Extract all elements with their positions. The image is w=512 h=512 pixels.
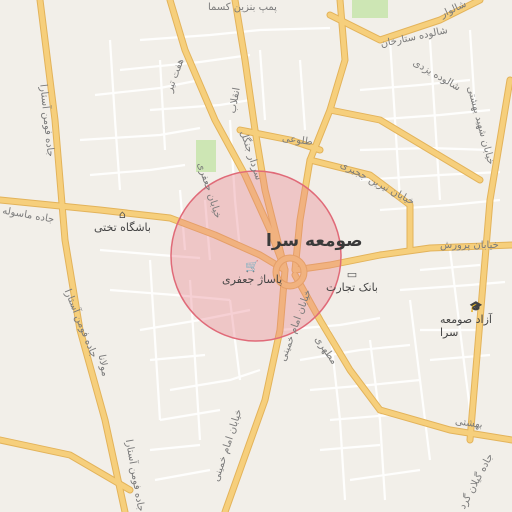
location-accuracy-circle bbox=[170, 170, 342, 342]
shopping-cart-icon: 🛒 bbox=[245, 260, 259, 273]
park-area bbox=[352, 0, 388, 18]
poi-bashgah-takhti[interactable]: ⌂ باشگاه تختی bbox=[94, 208, 151, 234]
map-view[interactable]: پمپ بنزین کسما شالوده ستارخان شالوار شال… bbox=[0, 0, 512, 512]
poi-bank-tejarat[interactable]: ▭ بانک تجارت bbox=[326, 268, 378, 294]
city-label: صومعه سرا bbox=[266, 231, 363, 251]
poi-azad-university[interactable]: 🎓 آزاد صومعه سرا bbox=[440, 300, 512, 339]
sports-icon: ⌂ bbox=[118, 208, 126, 221]
bank-icon: ▭ bbox=[346, 268, 358, 281]
graduation-cap-icon: 🎓 bbox=[469, 300, 483, 313]
poi-pasaj-jafari[interactable]: 🛒 پاساژ جعفری bbox=[222, 260, 282, 286]
label-parvaresh-street: خیابان پرورش bbox=[440, 240, 499, 251]
label-pump-gas-station: پمپ بنزین کسما bbox=[208, 2, 277, 13]
